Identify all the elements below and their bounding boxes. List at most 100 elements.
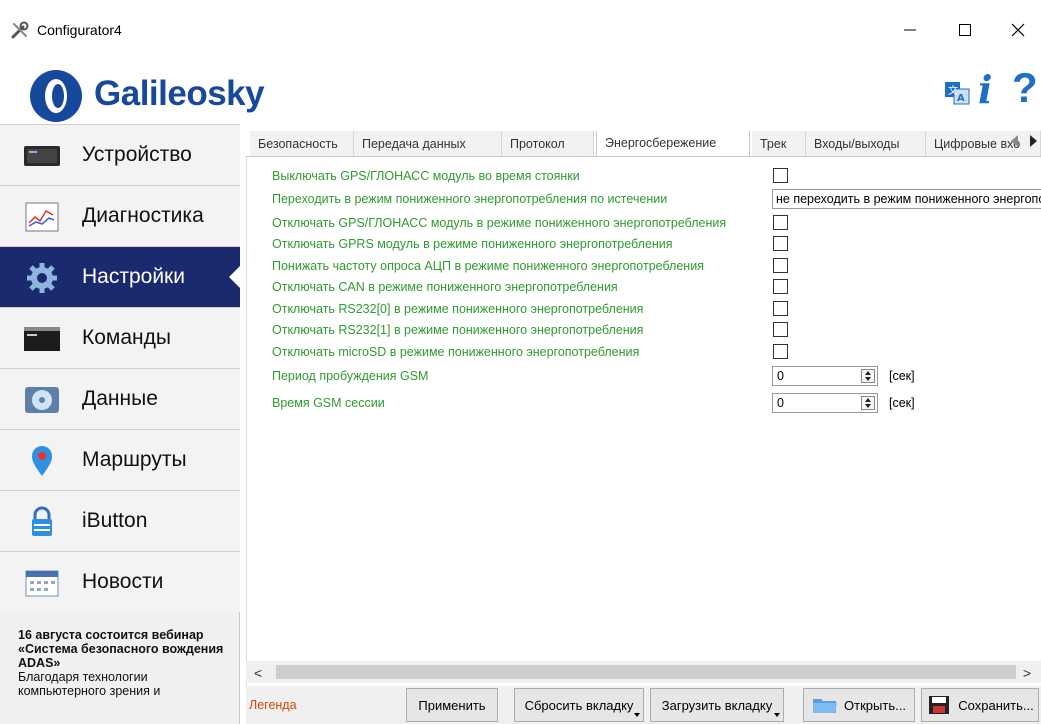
reset-tab-button[interactable]: Сбросить вкладку [514, 688, 644, 722]
setting-label: Отключать CAN в режиме пониженного энерг… [272, 280, 618, 294]
sidebar-item-label: Диагностика [82, 204, 204, 227]
close-button[interactable] [995, 12, 1041, 48]
folder-icon [813, 699, 838, 713]
dropdown-arrow-icon [634, 713, 640, 717]
microsd-sleep-off-checkbox[interactable] [773, 344, 788, 359]
load-tab-button-label: Загрузить вкладку [661, 697, 773, 713]
dropdown-arrow-icon [774, 713, 780, 717]
galileosky-logo-icon [30, 70, 82, 122]
minimize-icon [904, 29, 916, 31]
rs232-1-sleep-off-checkbox[interactable] [773, 322, 788, 337]
setting-label: Отключать GPS/ГЛОНАСС модуль в режиме по… [272, 216, 727, 230]
save-button[interactable]: Сохранить... [921, 688, 1039, 722]
setting-row: Период пробуждения GSM 0 [сек] [272, 366, 1041, 386]
active-indicator [229, 265, 241, 289]
device-icon [24, 146, 60, 166]
tab-scroll-left-icon[interactable] [1011, 135, 1018, 147]
unit-label: [сек] [889, 369, 915, 383]
sidebar-item-news[interactable]: Новости [0, 551, 240, 612]
setting-label: Выключать GPS/ГЛОНАСС модуль во время ст… [272, 169, 580, 183]
open-button-label: Открыть... [844, 697, 906, 713]
info-icon[interactable]: i [978, 68, 992, 112]
help-icon[interactable]: ? [1012, 64, 1038, 112]
svg-text:A: A [957, 93, 965, 104]
tab-security[interactable]: Безопасность [250, 131, 354, 157]
tab-track[interactable]: Трек [752, 131, 806, 157]
sidebar-item-label: Новости [82, 570, 164, 593]
title-bar: Configurator4 [0, 0, 1041, 60]
spinbox-value: 0 [777, 396, 784, 410]
sidebar-item-diagnostics[interactable]: Диагностика [0, 185, 240, 246]
setting-row: Отключать RS232[0] в режиме пониженного … [272, 299, 1041, 319]
setting-row: Отключать CAN в режиме пониженного энерг… [272, 277, 1041, 297]
setting-label: Время GSM сессии [272, 396, 385, 410]
commands-terminal-icon [24, 327, 60, 351]
minimize-button[interactable] [887, 12, 933, 48]
ibutton-lock-icon [32, 506, 52, 536]
news-body: Благодаря технологии компьютерного зрени… [18, 670, 161, 698]
gps-parking-off-checkbox[interactable] [773, 168, 788, 183]
gsm-wakeup-period-spinbox[interactable]: 0 [772, 366, 878, 386]
horizontal-scrollbar[interactable]: < > [246, 661, 1041, 683]
maximize-icon [959, 24, 971, 36]
sidebar-item-routes[interactable]: Маршруты [0, 429, 240, 490]
setting-row: Выключать GPS/ГЛОНАСС модуль во время ст… [272, 166, 1041, 186]
spinbox-arrows-icon[interactable] [861, 396, 875, 410]
setting-label: Отключать microSD в режиме пониженного э… [272, 345, 640, 359]
setting-label: Отключать RS232[0] в режиме пониженного … [272, 302, 644, 316]
legend-link[interactable]: Легенда [249, 698, 297, 712]
setting-label: Отключать RS232[1] в режиме пониженного … [272, 323, 644, 337]
setting-row: Отключать RS232[1] в режиме пониженного … [272, 320, 1041, 340]
load-tab-button[interactable]: Загрузить вкладку [650, 688, 784, 722]
map-pin-icon [32, 446, 52, 476]
setting-row: Отключать GPS/ГЛОНАСС модуль в режиме по… [272, 213, 1041, 233]
sidebar-item-label: Устройство [82, 143, 192, 166]
tab-bar: Безопасность Передача данных Протокол Эн… [250, 131, 1041, 157]
tab-digital-inputs[interactable]: Цифровые вхо [926, 131, 1041, 157]
setting-label: Понижать частоту опроса АЦП в режиме пон… [272, 259, 704, 273]
sleep-timeout-select[interactable]: не переходить в режим пониженного энерго… [772, 189, 1041, 209]
sidebar-item-commands[interactable]: Команды [0, 307, 240, 368]
tab-data-transfer[interactable]: Передача данных [354, 131, 502, 157]
news-calendar-icon [25, 570, 59, 597]
tab-inputs-outputs[interactable]: Входы/выходы [806, 131, 926, 157]
sidebar-item-data[interactable]: Данные [0, 368, 240, 429]
sidebar-item-label: Маршруты [82, 448, 187, 471]
gsm-session-time-spinbox[interactable]: 0 [772, 393, 878, 413]
tab-scroll-right-icon[interactable] [1030, 135, 1037, 147]
apply-button[interactable]: Применить [406, 688, 498, 722]
unit-label: [сек] [889, 396, 915, 410]
diagnostics-icon [25, 202, 59, 232]
sidebar-item-label: iButton [82, 509, 148, 532]
maximize-button[interactable] [942, 12, 988, 48]
sidebar-item-label: Настройки [82, 265, 185, 288]
news-title: 16 августа состоится вебинар «Система бе… [18, 628, 224, 670]
close-icon [1011, 23, 1025, 37]
spinbox-value: 0 [777, 369, 784, 383]
adc-rate-checkbox[interactable] [773, 258, 788, 273]
sidebar-item-device[interactable]: Устройство [0, 124, 240, 185]
scroll-left-icon[interactable]: < [254, 665, 262, 681]
setting-row: Переходить в режим пониженного энергопот… [272, 189, 1041, 209]
window-title: Configurator4 [37, 22, 122, 38]
gps-sleep-off-checkbox[interactable] [773, 215, 788, 230]
setting-label: Период пробуждения GSM [272, 369, 429, 383]
sidebar-item-ibutton[interactable]: iButton [0, 490, 240, 551]
tab-power-saving[interactable]: Энергосбережение [596, 131, 750, 157]
rs232-0-sleep-off-checkbox[interactable] [773, 301, 788, 316]
sidebar-item-settings[interactable]: Настройки [0, 246, 241, 307]
logo-text: Galileosky [94, 74, 265, 113]
can-sleep-off-checkbox[interactable] [773, 279, 788, 294]
news-block[interactable]: 16 августа состоится вебинар «Система бе… [18, 628, 233, 698]
sidebar-item-label: Данные [82, 387, 158, 410]
scroll-right-icon[interactable]: > [1023, 665, 1031, 681]
app-tools-icon [11, 21, 29, 39]
spinbox-arrows-icon[interactable] [861, 369, 875, 383]
scrollbar-thumb[interactable] [276, 665, 1016, 679]
data-disk-icon [25, 387, 59, 413]
gprs-sleep-off-checkbox[interactable] [773, 236, 788, 251]
open-button[interactable]: Открыть... [803, 688, 915, 722]
setting-row: Понижать частоту опроса АЦП в режиме пон… [272, 256, 1041, 276]
language-translate-icon[interactable]: 文 A [944, 80, 970, 106]
tab-protocol[interactable]: Протокол [502, 131, 594, 157]
